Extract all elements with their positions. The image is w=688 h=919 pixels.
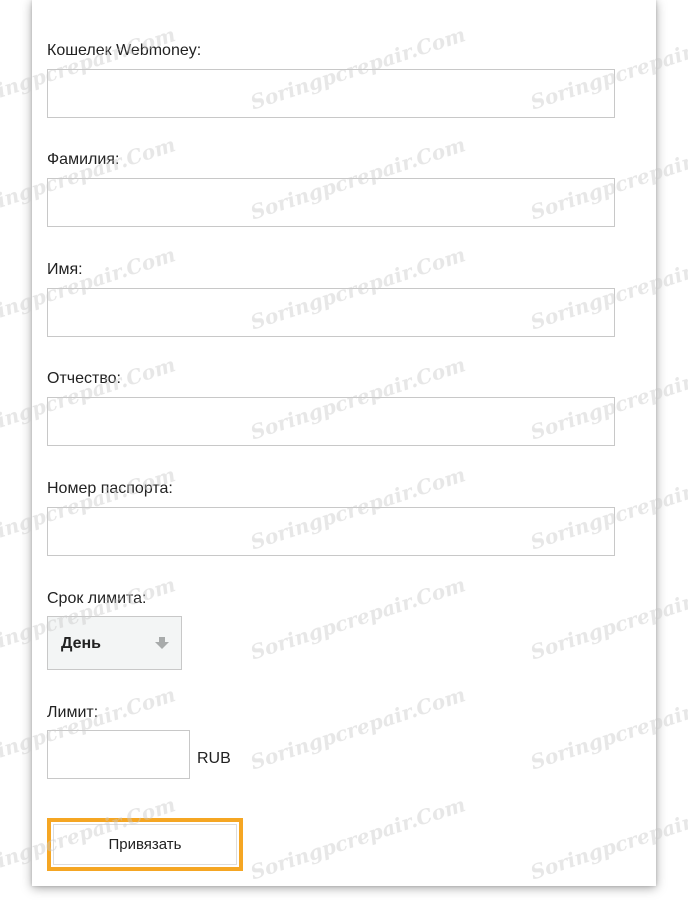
passport-number-input[interactable] (47, 507, 615, 556)
down-arrow-icon (155, 637, 169, 649)
wallet-label: Кошелек Webmoney: (47, 42, 202, 59)
limit-label: Лимит: (47, 704, 99, 721)
surname-input[interactable] (47, 178, 615, 227)
limit-period-label: Срок лимита: (47, 590, 147, 607)
patronymic-label: Отчество: (47, 370, 121, 387)
first-name-label: Имя: (47, 261, 83, 278)
currency-label: RUB (197, 750, 231, 767)
limit-period-select[interactable]: День (47, 616, 182, 670)
link-wallet-button-label: Привязать (108, 836, 182, 853)
form-card: Кошелек Webmoney: Фамилия: Имя: Отчество… (32, 0, 656, 886)
patronymic-input[interactable] (47, 397, 615, 446)
passport-number-label: Номер паспорта: (47, 480, 173, 497)
surname-label: Фамилия: (47, 151, 120, 168)
first-name-input[interactable] (47, 288, 615, 337)
link-wallet-button[interactable]: Привязать (47, 818, 243, 871)
limit-amount-input[interactable] (47, 730, 190, 779)
wallet-input[interactable] (47, 69, 615, 118)
limit-period-selected-value: День (61, 635, 101, 652)
